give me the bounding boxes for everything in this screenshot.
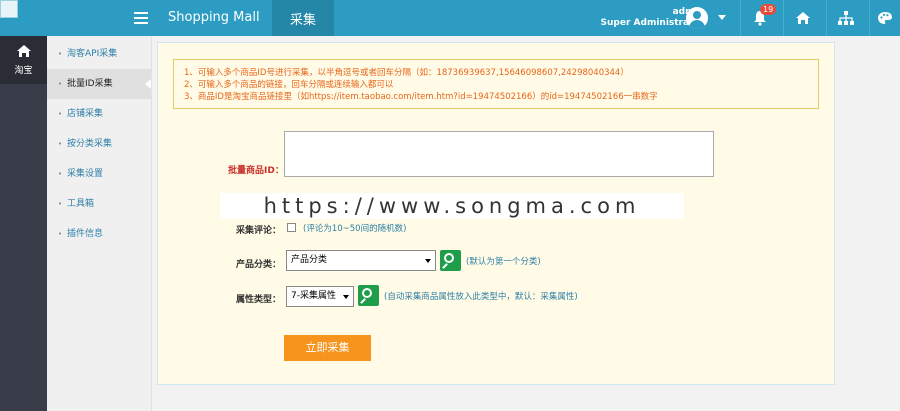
menu-toggle-icon[interactable] xyxy=(134,12,148,24)
rail-item-taobao[interactable]: 淘宝 xyxy=(0,36,47,84)
chevron-down-icon xyxy=(425,259,431,263)
comments-checkbox[interactable] xyxy=(287,223,296,232)
attr-select-value: 7-采集属性 xyxy=(291,291,336,301)
category-label: 产品分类： xyxy=(236,260,282,270)
home-icon xyxy=(16,45,31,57)
tab-collect[interactable]: 采集 xyxy=(272,0,334,36)
home-icon xyxy=(795,12,810,24)
attr-search-button[interactable] xyxy=(358,285,379,306)
comments-label: 采集评论： xyxy=(236,226,282,236)
theme-button[interactable] xyxy=(869,0,900,36)
search-icon xyxy=(362,288,372,298)
top-bar: Shopping Mall 采集 admin Super Administrat… xyxy=(0,0,900,36)
watermark-text: https://www.songma.com xyxy=(220,193,684,219)
start-collect-button[interactable]: 立即采集 xyxy=(284,335,371,361)
sidebar-item-api[interactable]: 淘客API采集 xyxy=(47,39,151,69)
sidebar: 淘客API采集 批量ID采集 店铺采集 按分类采集 采集设置 工具箱 插件信息 xyxy=(47,36,152,411)
category-select[interactable]: 产品分类 xyxy=(286,250,436,271)
chevron-down-icon[interactable] xyxy=(718,15,726,20)
app-title[interactable]: Shopping Mall xyxy=(168,10,260,25)
category-search-button[interactable] xyxy=(440,250,461,271)
palette-icon xyxy=(878,12,892,24)
category-hint: (默认为第一个分类) xyxy=(466,257,541,267)
rail-item-label: 淘宝 xyxy=(14,66,33,76)
notice-line: 1、可输入多个商品ID号进行采集，以半角逗号或者回车分隔（如：187369396… xyxy=(184,68,629,78)
sidebar-item-settings[interactable]: 采集设置 xyxy=(47,159,151,189)
attr-hint: (自动采集商品属性放入此类型中，默认：采集属性) xyxy=(384,292,578,302)
sidebar-item-shop[interactable]: 店铺采集 xyxy=(47,99,151,129)
avatar[interactable] xyxy=(686,7,708,29)
module-rail: 淘宝 xyxy=(0,36,47,411)
sidebar-item-category[interactable]: 按分类采集 xyxy=(47,129,151,159)
logo-image xyxy=(0,0,18,18)
comments-hint: (评论为10~50间的随机数) xyxy=(303,224,407,234)
attr-label: 属性类型： xyxy=(236,295,282,305)
search-icon xyxy=(444,253,454,263)
batch-id-label: 批量商品ID： xyxy=(228,166,284,176)
sidebar-item-batch-id[interactable]: 批量ID采集 xyxy=(47,69,151,99)
sidebar-item-toolbox[interactable]: 工具箱 xyxy=(47,189,151,219)
batch-id-textarea[interactable] xyxy=(284,131,714,177)
category-select-value: 产品分类 xyxy=(291,255,328,265)
notice-line: 2、可输入多个商品的链接，回车分隔或连续输入都可以 xyxy=(184,80,394,90)
collect-form-panel: 1、可输入多个商品ID号进行采集，以半角逗号或者回车分隔（如：187369396… xyxy=(157,42,835,385)
notification-badge: 19 xyxy=(760,4,777,15)
sitemap-icon xyxy=(837,11,854,25)
home-button[interactable] xyxy=(783,0,821,36)
chevron-down-icon xyxy=(343,295,349,299)
sitemap-button[interactable] xyxy=(826,0,864,36)
instructions-notice: 1、可输入多个商品ID号进行采集，以半角逗号或者回车分隔（如：187369396… xyxy=(173,59,819,109)
sidebar-item-plugin-info[interactable]: 插件信息 xyxy=(47,219,151,249)
attr-select[interactable]: 7-采集属性 xyxy=(286,286,354,307)
notice-line: 3、商品ID是淘宝商品链接里（如https://item.taobao.com/… xyxy=(184,92,658,102)
